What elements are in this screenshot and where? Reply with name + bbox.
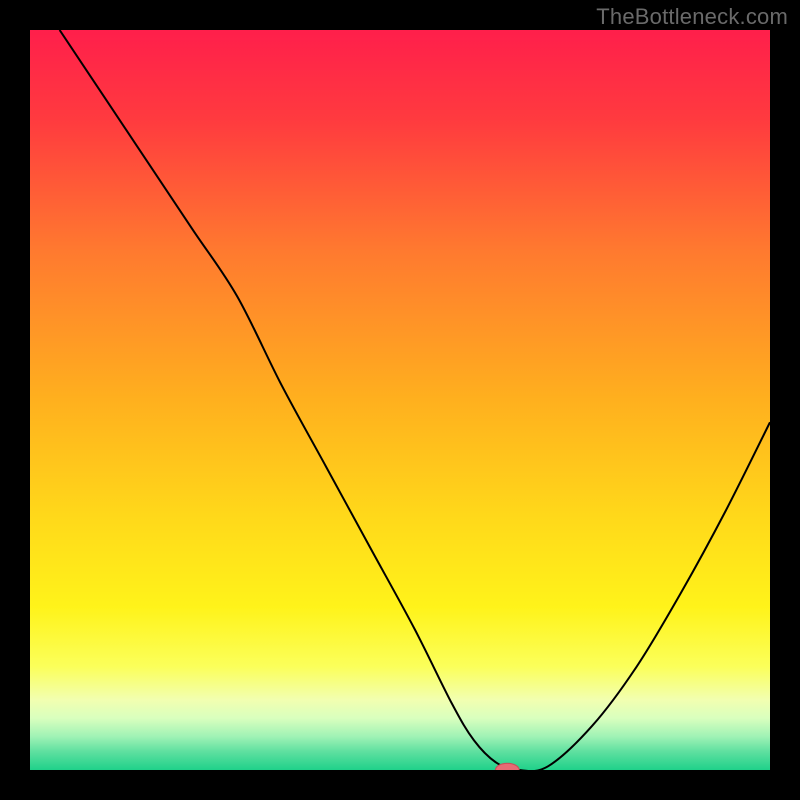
chart-svg	[30, 30, 770, 770]
watermark-text: TheBottleneck.com	[596, 4, 788, 30]
chart-frame: TheBottleneck.com	[0, 0, 800, 800]
plot-area	[30, 30, 770, 770]
background-rect	[30, 30, 770, 770]
